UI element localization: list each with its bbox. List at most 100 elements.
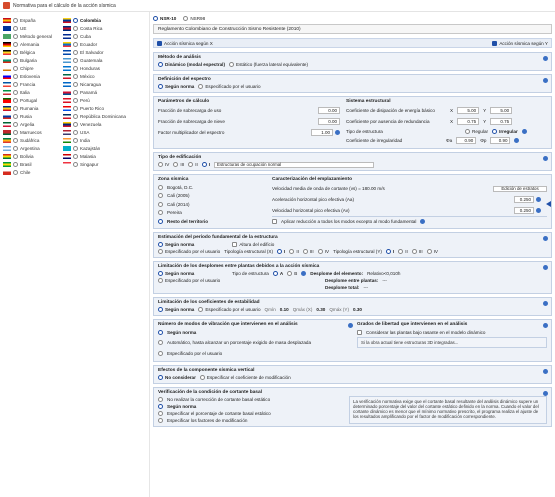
country-rumania[interactable]: Rumania bbox=[3, 105, 63, 113]
period-user-radio[interactable]: Especificado por el usuario bbox=[158, 248, 220, 254]
drift-norm-radio[interactable]: Según norma bbox=[158, 270, 228, 276]
country-perú[interactable]: Perú bbox=[63, 96, 151, 104]
analysis-dynamic-radio[interactable]: Dinámico (modal espectral) bbox=[158, 62, 225, 67]
edit-layers-button[interactable]: Edición de estratos bbox=[493, 185, 547, 192]
country-kazajstán[interactable]: Kazajstán bbox=[63, 145, 151, 153]
stability-user-radio[interactable]: Especificado por el usuario bbox=[198, 306, 261, 312]
zone-rest-radio[interactable]: Resto del territorio bbox=[158, 217, 266, 226]
building-iii-radio[interactable]: III bbox=[173, 162, 184, 167]
modes-user-radio[interactable]: Especificado por el usuario bbox=[158, 348, 351, 359]
redundancy-y-input[interactable]: 0.75 bbox=[490, 118, 513, 125]
country-portugal[interactable]: Portugal bbox=[3, 96, 63, 104]
country-usa[interactable]: USA bbox=[63, 129, 151, 137]
info-icon[interactable] bbox=[543, 390, 548, 396]
vertical-none-radio[interactable]: No considerar bbox=[158, 374, 196, 380]
reduction-checkbox[interactable]: Aplicar reducción a todos los modos exce… bbox=[272, 216, 547, 225]
live-load-input[interactable]: 0.00 bbox=[318, 107, 340, 114]
dissipation-x-input[interactable]: 5.00 bbox=[457, 107, 480, 114]
stability-norm-radio[interactable]: Según norma bbox=[158, 306, 194, 312]
country-eslovenia[interactable]: Eslovenia bbox=[3, 72, 63, 80]
irregular-radio[interactable]: Irregular bbox=[492, 129, 518, 134]
info-icon[interactable] bbox=[543, 264, 548, 270]
country-alemania[interactable]: Alemania bbox=[3, 40, 63, 48]
country-el-salvador[interactable]: El Salvador bbox=[63, 48, 151, 56]
spectrum-factor-input[interactable]: 1.00 bbox=[311, 129, 333, 136]
tx-ii-radio[interactable]: II bbox=[289, 248, 299, 254]
tx-iii-radio[interactable]: III bbox=[302, 248, 314, 254]
basal-factors-radio[interactable]: Especificar los factores de modificación bbox=[158, 417, 343, 424]
info-icon[interactable] bbox=[543, 368, 548, 374]
ty-ii-radio[interactable]: II bbox=[398, 248, 408, 254]
country-singapur[interactable]: Singapur bbox=[63, 161, 151, 169]
zone-cali2005-radio[interactable]: Cali (2005) bbox=[158, 192, 266, 201]
country-marruecos[interactable]: Marruecos bbox=[3, 129, 63, 137]
country-españa[interactable]: España bbox=[3, 16, 63, 24]
info-icon[interactable] bbox=[543, 322, 548, 328]
info-icon[interactable] bbox=[536, 208, 541, 213]
info-icon[interactable] bbox=[543, 156, 548, 161]
vertical-coef-radio[interactable]: Especificar el coeficiente de modificaci… bbox=[199, 374, 291, 380]
aa-input[interactable]: 0.250 bbox=[514, 196, 534, 203]
country-india[interactable]: India bbox=[63, 137, 151, 145]
country-costa-rica[interactable]: Costa Rica bbox=[63, 24, 151, 32]
country-colombia[interactable]: Colombia bbox=[63, 16, 151, 24]
country-cuba[interactable]: Cuba bbox=[63, 32, 151, 40]
basal-percent-radio[interactable]: Especificar el porcentaje de cortante ba… bbox=[158, 410, 343, 417]
country-italia[interactable]: Italia bbox=[3, 88, 63, 96]
country-argentina[interactable]: Argentina bbox=[3, 145, 63, 153]
drift-b-radio[interactable]: B bbox=[287, 270, 297, 276]
ty-i-radio[interactable]: I bbox=[385, 248, 394, 254]
direction-x-checkbox[interactable]: Acción sísmica según X bbox=[157, 40, 213, 46]
redundancy-x-input[interactable]: 0.75 bbox=[457, 118, 480, 125]
drift-user-radio[interactable]: Especificado por el usuario bbox=[158, 277, 321, 283]
zone-pereira-radio[interactable]: Pereira bbox=[158, 209, 266, 218]
country-méxico[interactable]: México bbox=[63, 72, 151, 80]
drift-a-radio[interactable]: A bbox=[272, 270, 283, 276]
info-icon[interactable] bbox=[301, 270, 307, 276]
country-argelia[interactable]: Argelia bbox=[3, 121, 63, 129]
basal-none-radio[interactable]: No realizar la corrección de cortante ba… bbox=[158, 396, 343, 403]
irregularity-p-input[interactable]: 0.90 bbox=[490, 137, 511, 144]
info-icon[interactable] bbox=[543, 235, 548, 241]
country-puerto-rico[interactable]: Puerto Rico bbox=[63, 105, 151, 113]
analysis-static-radio[interactable]: Estático (fuerza lateral equivalente) bbox=[229, 62, 308, 67]
country-bulgaria[interactable]: Bulgaria bbox=[3, 56, 63, 64]
zone-cali2014-radio[interactable]: Cali (2014) bbox=[158, 200, 266, 209]
irregularity-a-input[interactable]: 0.90 bbox=[456, 137, 477, 144]
height-checkbox[interactable]: Altura del edificio bbox=[232, 241, 274, 247]
country-bolivia[interactable]: Bolivia bbox=[3, 153, 63, 161]
info-icon[interactable] bbox=[536, 197, 541, 202]
modes-norm-radio[interactable]: Según norma bbox=[158, 328, 351, 337]
country-rusia[interactable]: Rusia bbox=[3, 113, 63, 121]
country-sudáfrica[interactable]: Sudáfrica bbox=[3, 137, 63, 145]
info-icon[interactable] bbox=[543, 56, 548, 61]
country-venezuela[interactable]: Venezuela bbox=[63, 121, 151, 129]
building-i-radio[interactable]: I bbox=[201, 162, 210, 167]
country-honduras[interactable]: Honduras bbox=[63, 64, 151, 72]
info-icon[interactable] bbox=[348, 322, 353, 328]
info-icon[interactable] bbox=[543, 300, 548, 306]
basal-norm-radio[interactable]: Según norma bbox=[158, 403, 343, 410]
tx-i-radio[interactable]: I bbox=[277, 248, 285, 254]
direction-y-checkbox[interactable]: Acción sísmica según Y bbox=[492, 40, 548, 46]
country-brasil[interactable]: Brasil bbox=[3, 161, 63, 169]
snow-load-input[interactable]: 0.00 bbox=[318, 118, 340, 125]
country-chipre[interactable]: Chipre bbox=[3, 64, 63, 72]
country-panamá[interactable]: Panamá bbox=[63, 88, 151, 96]
country-guatemala[interactable]: Guatemala bbox=[63, 56, 151, 64]
modes-auto-radio[interactable]: Automático, hasta alcanzar un porcentaje… bbox=[158, 337, 351, 348]
country-república-dominicana[interactable]: República Dominicana bbox=[63, 113, 151, 121]
info-icon[interactable] bbox=[335, 130, 340, 135]
spectrum-norm-radio[interactable]: Según norma bbox=[158, 84, 194, 89]
dof-basement-checkbox[interactable]: Considerar las plantas bajo rasante en e… bbox=[356, 328, 547, 337]
tx-iv-radio[interactable]: IV bbox=[317, 248, 329, 254]
info-icon[interactable] bbox=[543, 78, 548, 83]
country-chile[interactable]: Chile bbox=[3, 169, 63, 177]
ty-iii-radio[interactable]: III bbox=[411, 248, 423, 254]
norm-option-nsr10[interactable]: NSR-10 bbox=[153, 16, 176, 21]
info-icon[interactable] bbox=[514, 138, 520, 143]
norm-option-nsr98[interactable]: NSR98 bbox=[183, 16, 205, 21]
period-norm-radio[interactable]: Según norma bbox=[158, 241, 194, 247]
country-nicaragua[interactable]: Nicaragua bbox=[63, 80, 151, 88]
regular-radio[interactable]: Regular bbox=[465, 129, 488, 134]
